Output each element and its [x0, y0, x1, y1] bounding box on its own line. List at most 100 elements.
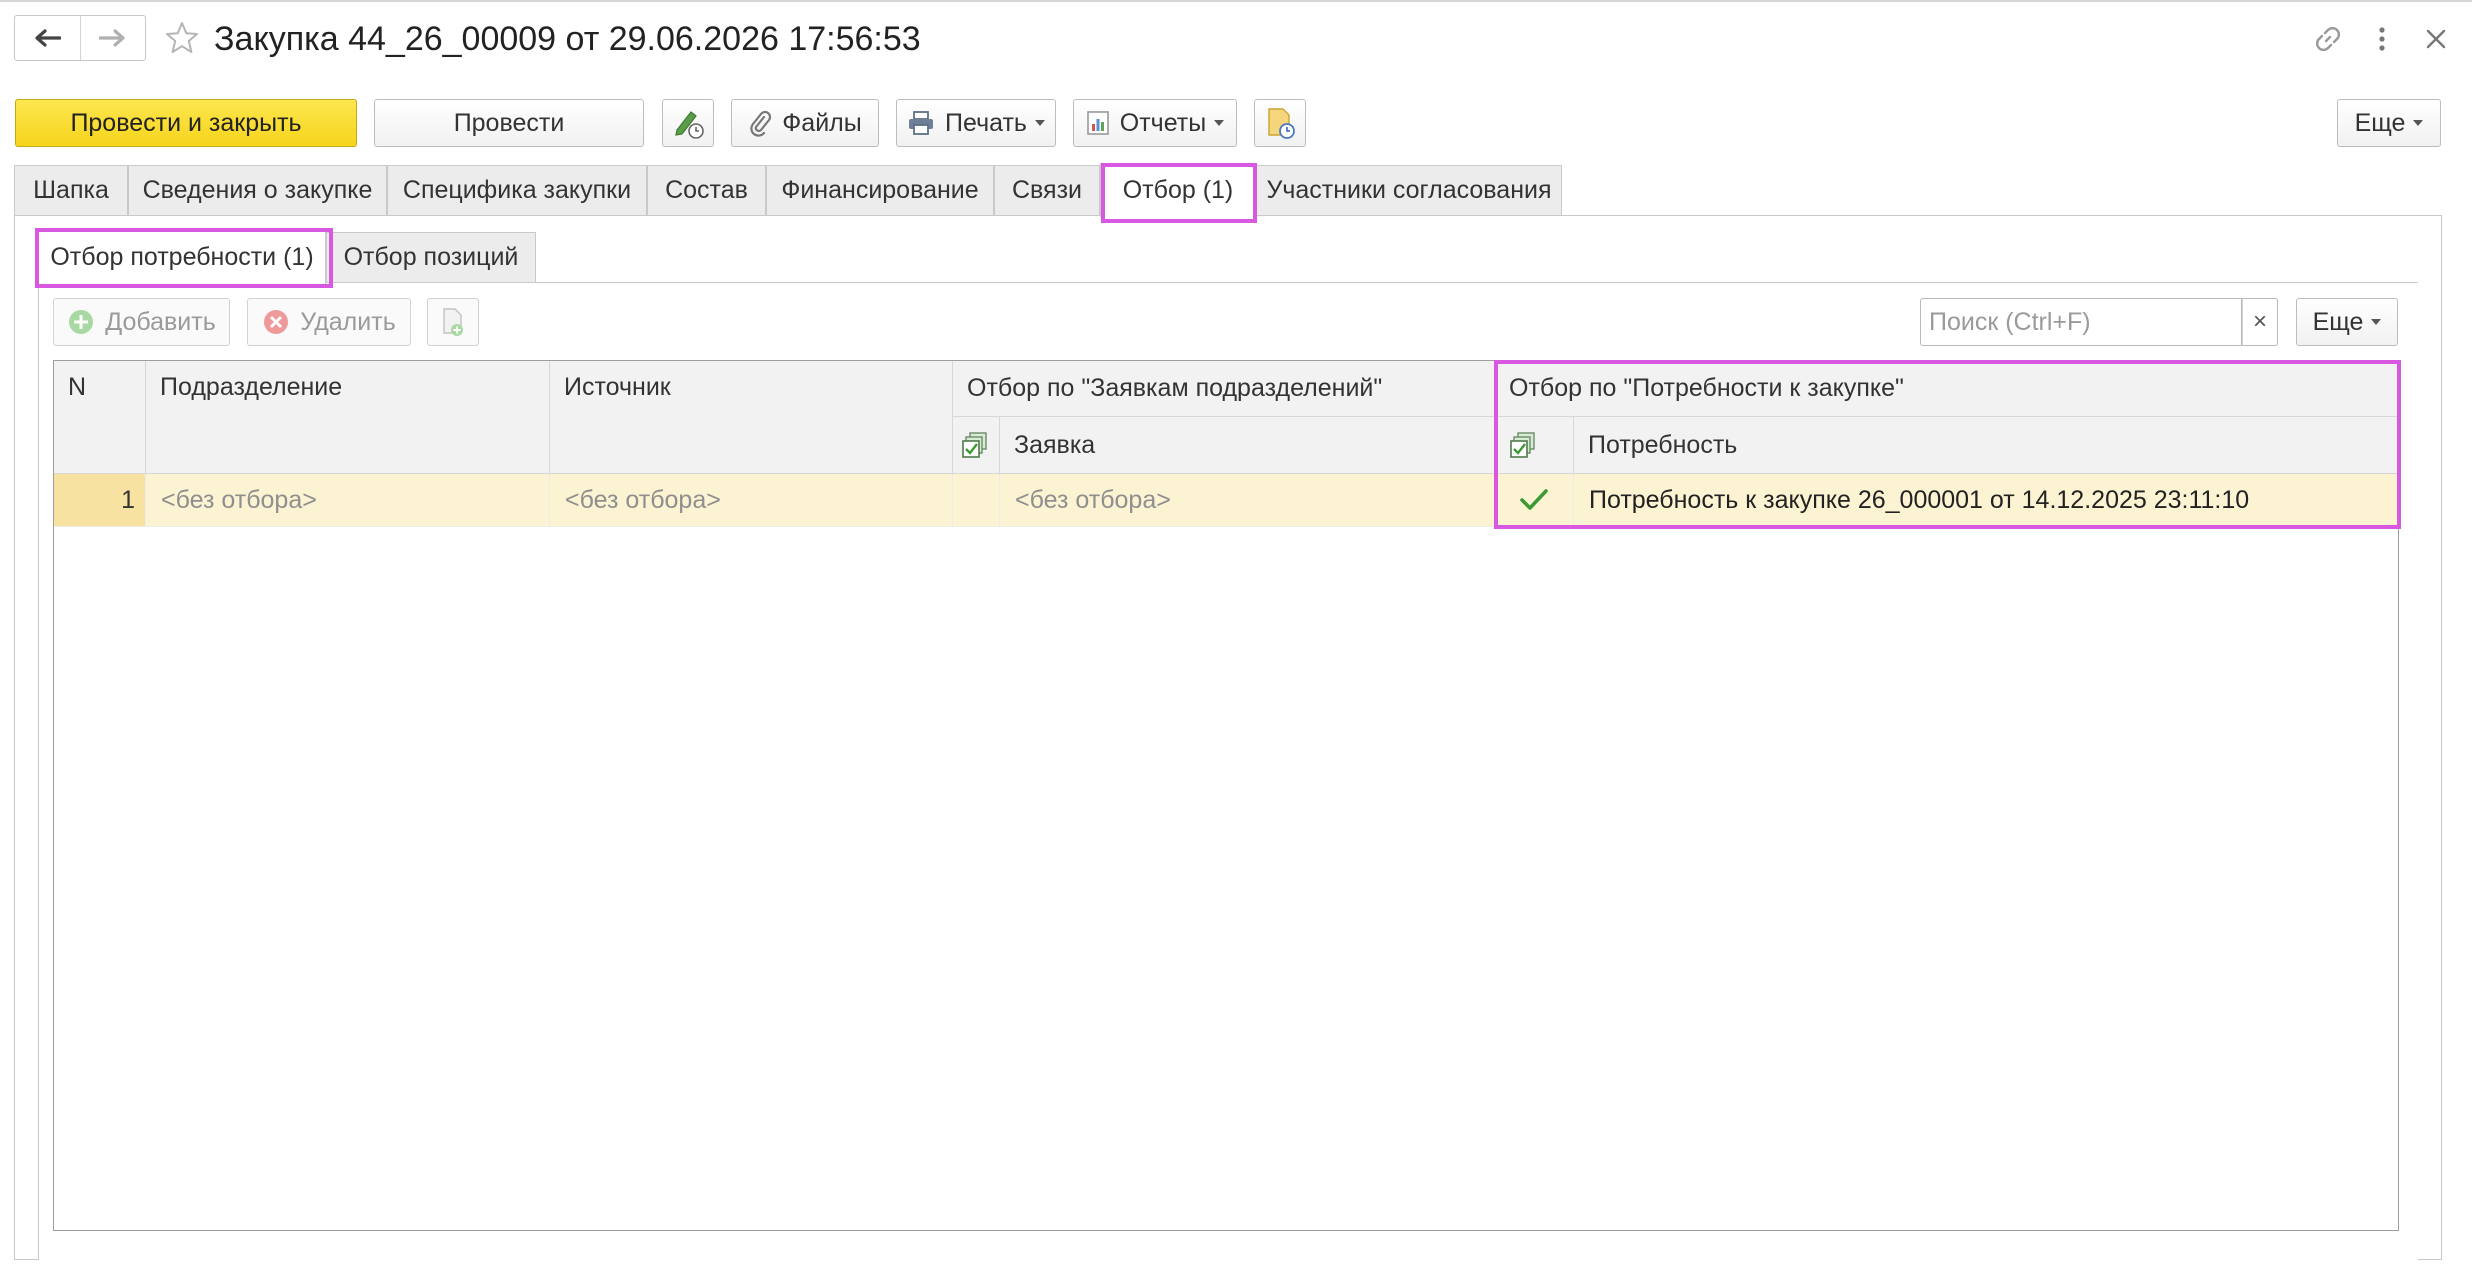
- column-group-dept-requests: Отбор по "Заявкам подразделений": [953, 361, 1494, 416]
- reports-label: Отчеты: [1119, 108, 1207, 137]
- navigation-buttons: [14, 15, 146, 61]
- tab-label: Сведения о закупке: [142, 176, 373, 204]
- tab-label: Связи: [1011, 176, 1083, 204]
- chevron-down-icon: [2413, 120, 2424, 126]
- request-cell[interactable]: <без отбора>: [1015, 474, 1485, 526]
- tab-selection[interactable]: Отбор (1): [1100, 163, 1256, 217]
- column-group-label: Отбор по "Потребности к закупке": [1509, 374, 1904, 402]
- grid-divider: [952, 361, 953, 473]
- column-header-source[interactable]: Источник: [550, 361, 952, 473]
- copy-button[interactable]: [427, 298, 479, 346]
- post-button[interactable]: Провести: [374, 99, 644, 147]
- column-header-department[interactable]: Подразделение: [146, 361, 549, 473]
- tab-procurement-info[interactable]: Сведения о закупке: [128, 165, 387, 215]
- table-more-button[interactable]: Еще: [2296, 298, 2398, 346]
- post-and-close-button[interactable]: Провести и закрыть: [15, 99, 357, 147]
- document-add-icon: [443, 308, 463, 336]
- reports-button[interactable]: Отчеты: [1073, 99, 1237, 147]
- grid-divider: [999, 474, 1000, 526]
- forward-button[interactable]: [79, 16, 146, 60]
- department-cell[interactable]: <без отбора>: [161, 474, 541, 526]
- link-icon[interactable]: [2306, 17, 2350, 61]
- column-header-label: Подразделение: [160, 373, 343, 401]
- tab-approval-participants[interactable]: Участники согласования: [1256, 165, 1562, 215]
- need-checkbox[interactable]: [1495, 474, 1573, 526]
- tab-procurement-specifics[interactable]: Специфика закупки: [387, 165, 647, 215]
- tab-header[interactable]: Шапка: [14, 165, 128, 215]
- print-label: Печать: [945, 108, 1027, 137]
- back-button[interactable]: [15, 16, 80, 60]
- more-button[interactable]: Еще: [2337, 99, 2441, 147]
- favorite-star-icon[interactable]: [162, 18, 202, 58]
- row-number: 1: [121, 485, 135, 514]
- close-icon[interactable]: [2414, 17, 2458, 61]
- tab-label: Шапка: [33, 176, 109, 204]
- column-header-n[interactable]: N: [54, 361, 145, 473]
- grid-divider: [953, 416, 2398, 417]
- search-input[interactable]: [1920, 298, 2242, 346]
- more-label: Еще: [2354, 108, 2406, 137]
- column-header-label: Заявка: [1014, 430, 1096, 459]
- grid-divider: [1494, 474, 1495, 526]
- files-label: Файлы: [782, 108, 862, 137]
- select-all-icon: [1510, 432, 1535, 458]
- column-header-label: N: [68, 373, 87, 401]
- column-header-label: Источник: [564, 373, 671, 401]
- column-header-label: Потребность: [1588, 430, 1738, 459]
- print-button[interactable]: Печать: [896, 99, 1056, 147]
- table-more-label: Еще: [2312, 307, 2364, 336]
- grid-divider: [549, 474, 550, 526]
- tab-links[interactable]: Связи: [994, 165, 1100, 215]
- grid-divider: [1573, 417, 1574, 473]
- tab-label: Специфика закупки: [402, 176, 632, 204]
- add-circle-icon: [67, 308, 95, 336]
- tab-financing[interactable]: Финансирование: [766, 165, 994, 215]
- subtab-label: Отбор потребности (1): [50, 243, 314, 271]
- edit-history-button[interactable]: [662, 99, 714, 147]
- page-title: Закупка 44_26_00009 от 29.06.2026 17:56:…: [214, 20, 921, 58]
- column-header-request-check[interactable]: [953, 417, 999, 473]
- window-top-border: [0, 0, 2472, 2]
- subtab-needs-selection[interactable]: Отбор потребности (1): [38, 230, 326, 284]
- search-clear-button[interactable]: ×: [2242, 298, 2278, 346]
- column-group-needs: Отбор по "Потребности к закупке": [1495, 361, 2398, 416]
- post-label: Провести: [453, 108, 565, 137]
- grid-divider: [549, 361, 550, 473]
- grid-divider: [1573, 474, 1574, 526]
- delete-label: Удалить: [300, 307, 396, 336]
- request-checkbox[interactable]: [953, 474, 999, 526]
- more-vertical-icon[interactable]: [2360, 17, 2404, 61]
- checkmark-icon: [1520, 489, 1548, 510]
- tab-label: Участники согласования: [1266, 176, 1552, 204]
- paperclip-icon: [748, 109, 772, 137]
- grid-divider: [999, 417, 1000, 473]
- printer-icon: [907, 110, 935, 136]
- column-header-need[interactable]: Потребность: [1574, 417, 2398, 473]
- column-group-label: Отбор по "Заявкам подразделений": [967, 374, 1383, 402]
- post-and-close-label: Провести и закрыть: [70, 108, 302, 137]
- grid-divider: [952, 474, 953, 526]
- column-header-need-check[interactable]: [1495, 417, 1573, 473]
- add-button[interactable]: Добавить: [53, 298, 230, 346]
- chevron-down-icon: [2371, 319, 2382, 325]
- grid-divider: [54, 526, 2398, 527]
- subtab-positions-selection[interactable]: Отбор позиций: [326, 232, 536, 282]
- tab-composition[interactable]: Состав: [647, 165, 766, 215]
- document-history-button[interactable]: [1254, 99, 1306, 147]
- subtab-label: Отбор позиций: [343, 243, 519, 271]
- files-button[interactable]: Файлы: [731, 99, 879, 147]
- grid-divider: [145, 474, 146, 526]
- clear-icon: ×: [2252, 308, 2267, 335]
- tab-label: Состав: [665, 176, 748, 204]
- delete-button[interactable]: Удалить: [247, 298, 411, 346]
- forward-arrow-icon: [98, 29, 125, 47]
- report-chart-icon: [1086, 110, 1110, 136]
- column-header-request[interactable]: Заявка: [1000, 417, 1494, 473]
- delete-circle-icon: [262, 308, 290, 336]
- add-label: Добавить: [105, 307, 216, 336]
- document-clock-icon: [1268, 108, 1295, 139]
- need-cell[interactable]: Потребность к закупке 26_000001 от 14.12…: [1589, 474, 2389, 526]
- select-all-icon: [962, 432, 987, 458]
- chevron-down-icon: [1034, 120, 1045, 126]
- source-cell[interactable]: <без отбора>: [565, 474, 945, 526]
